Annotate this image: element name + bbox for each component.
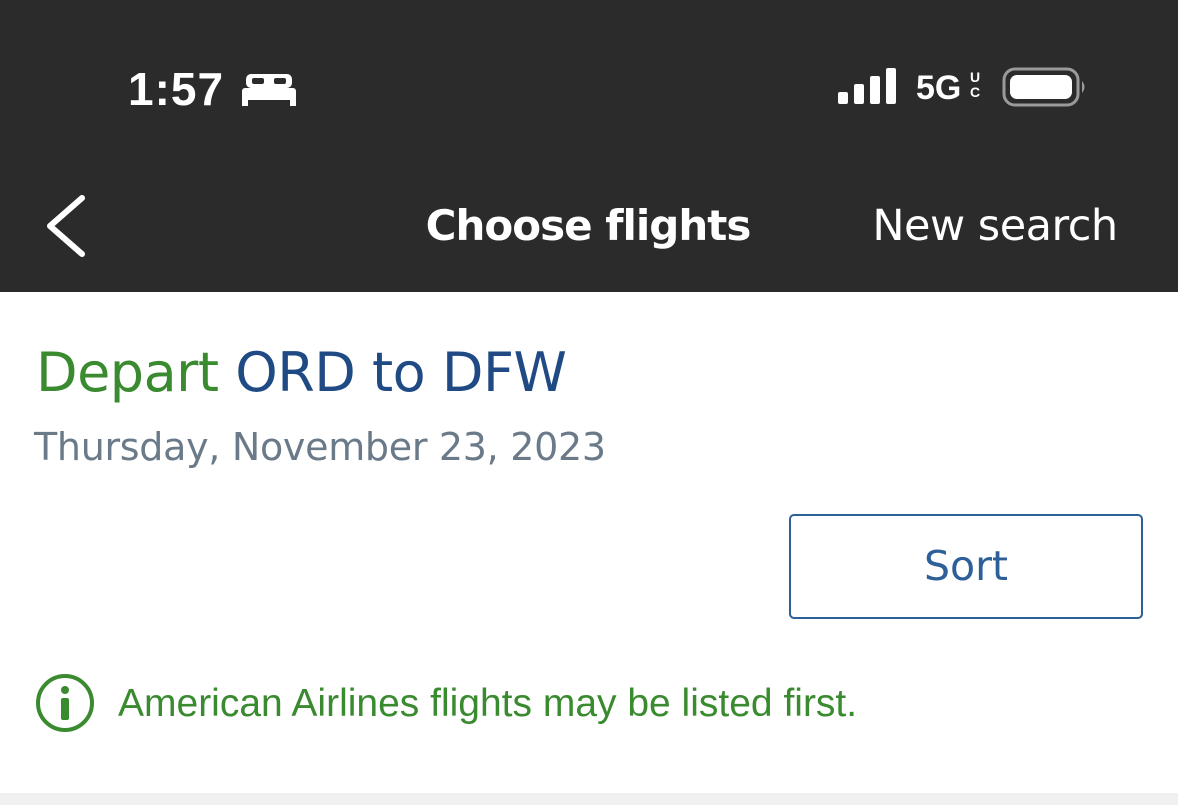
- app-header: 1:57 5G UC Choose flights New search: [0, 0, 1178, 292]
- listing-notice: American Airlines flights may be listed …: [118, 682, 858, 725]
- route-label: ORD to DFW: [235, 341, 567, 404]
- bed-icon: [242, 74, 296, 106]
- signal-icon: [838, 68, 896, 104]
- sort-button[interactable]: Sort: [789, 514, 1143, 619]
- route-heading: Depart ORD to DFW: [36, 338, 567, 408]
- network-sub-label: UC: [969, 69, 981, 100]
- network-label: 5G: [916, 69, 962, 107]
- info-icon: [36, 674, 94, 732]
- depart-label: Depart: [36, 341, 219, 404]
- divider: [0, 793, 1178, 805]
- new-search-button[interactable]: New search: [850, 196, 1140, 256]
- battery-icon: [1002, 67, 1085, 107]
- back-chevron-icon[interactable]: [38, 190, 98, 260]
- travel-date: Thursday, November 23, 2023: [34, 425, 606, 469]
- page-title: Choose flights: [425, 201, 752, 250]
- status-time: 1:57: [128, 63, 225, 115]
